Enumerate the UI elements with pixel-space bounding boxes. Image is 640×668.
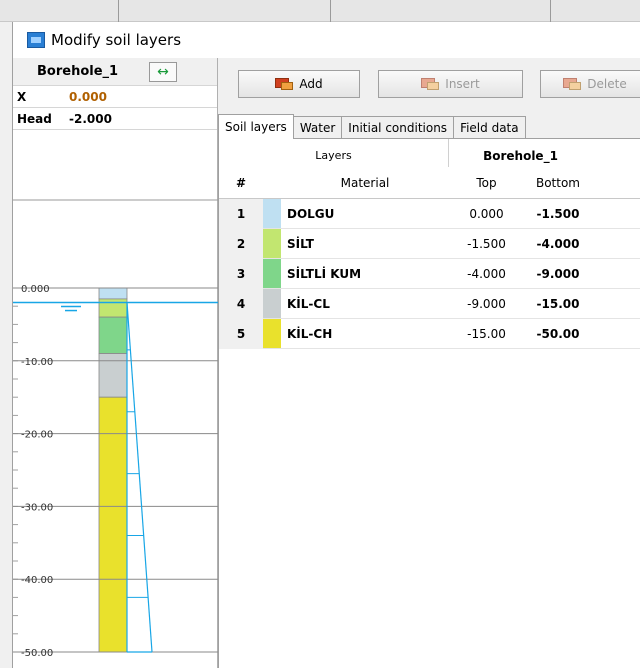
move-borehole-button[interactable]: ↔ [149, 61, 177, 82]
delete-label: Delete [587, 77, 627, 91]
material-cell[interactable]: SİLT [281, 237, 449, 251]
col-header-number: # [235, 175, 247, 190]
top-cell[interactable]: 0.000 [449, 207, 524, 221]
background-window-strip [0, 0, 640, 22]
layers-panel: Add Insert Delete Soil layers Water Init [218, 58, 640, 668]
material-color-swatch [263, 259, 281, 288]
col-header-top[interactable]: Top [449, 176, 524, 190]
head-label: Head [17, 111, 52, 126]
borehole-selector: Borehole_1 ↔ [13, 58, 217, 86]
tab-water[interactable]: Water [292, 116, 343, 138]
table-row[interactable]: 1 DOLGU 0.000 -1.500 [219, 198, 640, 229]
table-row[interactable]: 5 KİL-CH -15.00 -50.00 [219, 318, 640, 349]
material-cell[interactable]: KİL-CH [281, 327, 449, 341]
delete-button[interactable]: Delete [540, 70, 640, 98]
borehole-column-view[interactable]: 0.000 -10.00 -20.00 -30.00 -40.00 -50.00 [13, 176, 218, 666]
soil-layer-block [98, 298, 128, 318]
depth-axis-label: -20.00 [21, 430, 53, 441]
material-color-swatch [263, 229, 281, 258]
column-separator [118, 0, 119, 22]
material-color-swatch [263, 199, 281, 228]
column-separator [550, 0, 551, 22]
tab-soil-layers[interactable]: Soil layers [218, 114, 294, 139]
depth-axis-label: -30.00 [21, 502, 53, 513]
material-color-swatch [263, 289, 281, 318]
borehole-panel: Borehole_1 ↔ X 0.000 Head -2.000 0.000 -1… [13, 58, 218, 668]
head-value[interactable]: -2.000 [69, 112, 184, 126]
depth-axis-label: -10.00 [21, 357, 53, 368]
soil-layer-block [98, 316, 128, 354]
column-separator [330, 0, 331, 22]
bottom-cell[interactable]: -1.500 [524, 207, 592, 221]
layers-table: Layers Borehole_1 # Material Top Bottom … [219, 139, 640, 349]
top-cell[interactable]: -1.500 [449, 237, 524, 251]
row-number: 5 [219, 318, 263, 349]
depth-axis-label: 0.000 [21, 284, 50, 295]
head-row: Head -2.000 [13, 108, 217, 130]
row-number: 4 [219, 288, 263, 319]
soil-layer-block [98, 353, 128, 398]
col-header-material[interactable]: Material [281, 176, 449, 190]
x-row: X 0.000 [13, 86, 217, 108]
toolbar: Add Insert Delete [218, 58, 640, 106]
tab-field-data[interactable]: Field data [453, 116, 526, 138]
add-label: Add [299, 77, 323, 91]
table-group-header: Layers Borehole_1 [219, 139, 640, 167]
soil-layer-block [98, 287, 128, 300]
depth-axis-label: -40.00 [21, 575, 53, 586]
soil-layers-tab-panel: Layers Borehole_1 # Material Top Bottom … [218, 138, 640, 668]
row-number: 1 [219, 198, 263, 229]
add-button[interactable]: Add [238, 70, 360, 98]
col-header-swatch [263, 167, 281, 198]
insert-button[interactable]: Insert [378, 70, 523, 98]
window-title: Modify soil layers [51, 31, 182, 49]
group-header-borehole: Borehole_1 [483, 149, 558, 163]
group-header-layers: Layers [219, 139, 449, 167]
bottom-cell[interactable]: -9.000 [524, 267, 592, 281]
material-cell[interactable]: DOLGU [281, 207, 449, 221]
bottom-cell[interactable]: -15.00 [524, 297, 592, 311]
row-number: 2 [219, 228, 263, 259]
title-bar[interactable]: Modify soil layers [13, 22, 640, 58]
add-layer-icon [275, 78, 294, 90]
tab-bar: Soil layers Water Initial conditions Fie… [218, 114, 526, 139]
double-arrow-icon: ↔ [157, 63, 169, 80]
pore-pressure-line [126, 302, 153, 653]
table-row[interactable]: 4 KİL-CL -9.000 -15.00 [219, 288, 640, 319]
insert-label: Insert [445, 77, 480, 91]
bottom-cell[interactable]: -4.000 [524, 237, 592, 251]
top-cell[interactable]: -9.000 [449, 297, 524, 311]
bottom-cell[interactable]: -50.00 [524, 327, 592, 341]
insert-layer-icon [421, 78, 440, 90]
borehole-name: Borehole_1 [37, 64, 119, 79]
x-label: X [17, 89, 27, 104]
x-value[interactable]: 0.000 [69, 90, 184, 104]
table-column-header: # Material Top Bottom [219, 167, 640, 199]
top-cell[interactable]: -15.00 [449, 327, 524, 341]
material-cell[interactable]: KİL-CL [281, 297, 449, 311]
material-cell[interactable]: SİLTLİ KUM [281, 267, 449, 281]
modify-soil-layers-window: Modify soil layers Borehole_1 ↔ X 0.000 … [12, 22, 640, 668]
row-number: 3 [219, 258, 263, 289]
table-row[interactable]: 2 SİLT -1.500 -4.000 [219, 228, 640, 259]
top-cell[interactable]: -4.000 [449, 267, 524, 281]
depth-axis-label: -50.00 [21, 648, 53, 659]
app-icon [27, 32, 45, 48]
tab-initial-conditions[interactable]: Initial conditions [341, 116, 455, 138]
soil-layer-block [98, 396, 128, 653]
table-row[interactable]: 3 SİLTLİ KUM -4.000 -9.000 [219, 258, 640, 289]
material-color-swatch [263, 319, 281, 348]
table-body: 1 DOLGU 0.000 -1.500 2 SİLT -1.500 -4.000 3 SİLTL… [219, 198, 640, 349]
col-header-bottom[interactable]: Bottom [524, 176, 592, 190]
delete-layer-icon [563, 78, 582, 90]
